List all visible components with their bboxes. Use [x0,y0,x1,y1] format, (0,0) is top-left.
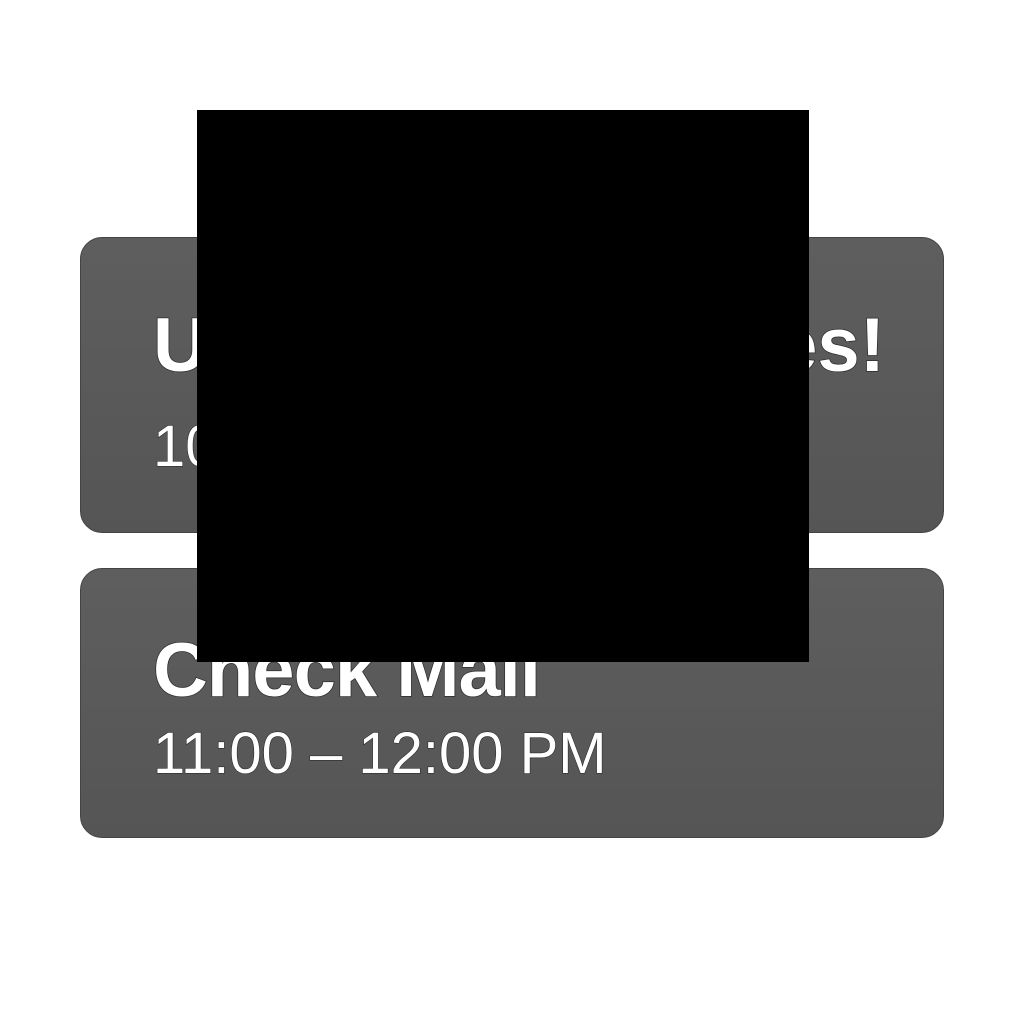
redaction-overlay [197,110,809,662]
event-time: 11:00 – 12:00 PM [152,721,607,786]
